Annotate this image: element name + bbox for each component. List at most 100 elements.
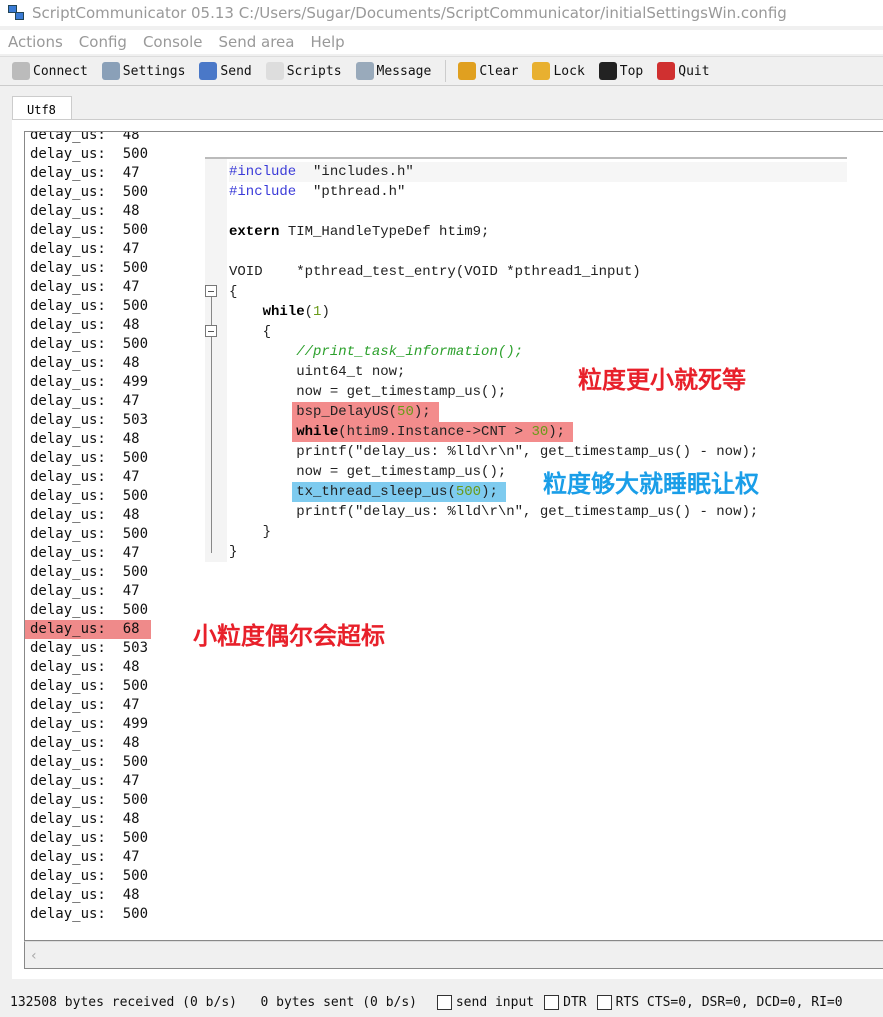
log-line: delay_us: 500 xyxy=(30,298,149,314)
log-line: delay_us: 500 xyxy=(30,754,149,770)
menu-config[interactable]: Config xyxy=(71,30,135,54)
settings-button[interactable]: Settings xyxy=(101,62,186,80)
menu-help[interactable]: Help xyxy=(302,30,352,54)
log-line: delay_us: 500 xyxy=(30,184,149,200)
code-snippet: #include "includes.h" #include "pthread.h… xyxy=(205,157,847,562)
bytes-sent: 0 bytes sent (0 b/s) xyxy=(260,995,418,1010)
code-line: { xyxy=(229,324,272,340)
log-line: delay_us: 500 xyxy=(30,222,149,238)
code-line: #include "pthread.h" xyxy=(229,184,406,200)
code-line: printf("delay_us: %lld\r\n", get_timesta… xyxy=(229,504,759,520)
log-line: delay_us: 500 xyxy=(30,146,149,162)
log-line: delay_us: 500 xyxy=(30,830,149,846)
gear-icon xyxy=(101,62,120,80)
log-line: delay_us: 48 xyxy=(30,659,140,675)
scripts-button[interactable]: Scripts xyxy=(265,62,342,80)
log-line: delay_us: 499 xyxy=(30,374,149,390)
plug-icon xyxy=(12,62,30,80)
fold-icon xyxy=(205,325,217,337)
log-line: delay_us: 48 xyxy=(30,431,140,447)
log-line: delay_us: 500 xyxy=(30,488,149,504)
toolbar-label: Scripts xyxy=(286,63,342,79)
window-title: ScriptCommunicator 05.13 C:/Users/Sugar/… xyxy=(32,4,787,22)
log-line: delay_us: 47 xyxy=(30,393,140,409)
connect-button[interactable]: Connect xyxy=(12,62,88,80)
title-bar: ScriptCommunicator 05.13 C:/Users/Sugar/… xyxy=(0,0,883,26)
toolbar-label: Clear xyxy=(479,63,519,79)
horizontal-scrollbar[interactable]: ‹ xyxy=(24,941,883,969)
toolbar: Connect Settings Send Scripts Message Clear Lo… xyxy=(0,56,883,86)
status-bar: 132508 bytes received (0 b/s) 0 bytes se… xyxy=(0,988,883,1017)
message-button[interactable]: Message xyxy=(355,62,431,80)
bytes-received: 132508 bytes received (0 b/s) xyxy=(10,995,237,1010)
log-line: delay_us: 500 xyxy=(30,602,149,618)
log-line: delay_us: 500 xyxy=(30,336,149,352)
log-line: delay_us: 500 xyxy=(30,868,149,884)
code-line: } xyxy=(229,524,272,540)
code-line: while(1) xyxy=(262,304,330,320)
log-line: delay_us: 47 xyxy=(30,165,140,181)
log-line: delay_us: 47 xyxy=(30,545,140,561)
toolbar-label: Connect xyxy=(33,63,88,79)
rts-checkbox[interactable] xyxy=(596,995,612,1010)
annotation-busy-wait: 粒度更小就死等 xyxy=(578,366,746,394)
toolbar-separator xyxy=(445,60,447,82)
log-line: delay_us: 500 xyxy=(30,678,149,694)
log-line: delay_us: 500 xyxy=(30,526,149,542)
menu-send-area[interactable]: Send area xyxy=(210,30,302,54)
log-line: delay_us: 503 xyxy=(30,640,149,656)
broom-icon xyxy=(458,62,477,80)
clear-button[interactable]: Clear xyxy=(458,62,518,80)
signal-status: CTS=0, DSR=0, DCD=0, RI=0 xyxy=(646,995,843,1010)
log-line: delay_us: 68 xyxy=(25,620,151,639)
fold-line xyxy=(211,337,212,553)
log-line: delay_us: 47 xyxy=(30,849,140,865)
log-line: delay_us: 499 xyxy=(30,716,149,732)
highlight-busy-wait: bsp_DelayUS(50); xyxy=(292,402,439,422)
log-line: delay_us: 500 xyxy=(30,450,149,466)
log-line: delay_us: 47 xyxy=(30,241,140,257)
code-line: //print_task_information(); xyxy=(296,344,524,360)
annotation-sleep: 粒度够大就睡眠让权 xyxy=(543,470,759,498)
code-line: now = get_timestamp_us(); xyxy=(229,464,507,480)
code-line: now = get_timestamp_us(); xyxy=(229,384,507,400)
code-line: printf("delay_us: %lld\r\n", get_timesta… xyxy=(229,444,759,460)
menu-console[interactable]: Console xyxy=(135,30,211,54)
script-icon xyxy=(265,62,284,80)
code-line: { xyxy=(229,284,238,300)
top-button[interactable]: Top xyxy=(598,62,643,80)
log-line: delay_us: 48 xyxy=(30,811,140,827)
log-line: delay_us: 48 xyxy=(30,887,140,903)
log-line: delay_us: 500 xyxy=(30,792,149,808)
lock-icon xyxy=(532,62,551,80)
code-line: bsp_DelayUS(50); xyxy=(229,402,439,422)
highlight-busy-wait: while(htim9.Instance->CNT > 30); xyxy=(292,422,574,442)
log-line: delay_us: 48 xyxy=(30,203,140,219)
log-line: delay_us: 500 xyxy=(30,906,149,922)
dtr-label: DTR xyxy=(563,995,587,1010)
scroll-left-icon[interactable]: ‹ xyxy=(31,948,37,964)
code-line: #include "includes.h" xyxy=(229,162,847,182)
app-icon xyxy=(8,5,26,21)
quit-button[interactable]: Quit xyxy=(657,62,710,80)
lock-button[interactable]: Lock xyxy=(532,62,585,80)
log-line: delay_us: 48 xyxy=(30,317,140,333)
dtr-checkbox[interactable] xyxy=(544,995,560,1010)
send-button[interactable]: Send xyxy=(199,62,252,80)
toolbar-label: Settings xyxy=(122,63,186,79)
log-line: delay_us: 48 xyxy=(30,355,140,371)
log-line: delay_us: 47 xyxy=(30,583,140,599)
code-line: } xyxy=(229,544,238,560)
send-input-checkbox[interactable] xyxy=(436,995,452,1010)
toolbar-label: Send xyxy=(220,63,252,79)
tab-utf8[interactable]: Utf8 xyxy=(12,96,72,120)
menu-actions[interactable]: Actions xyxy=(0,30,71,54)
send-input-label: send input xyxy=(455,995,535,1010)
rts-label: RTS xyxy=(615,995,640,1010)
code-line: VOID *pthread_test_entry(VOID *pthread1_… xyxy=(229,264,641,280)
log-line: delay_us: 48 xyxy=(30,507,140,523)
fold-icon xyxy=(205,285,217,297)
toolbar-label: Lock xyxy=(553,63,585,79)
log-line: delay_us: 500 xyxy=(30,260,149,276)
menu-bar: Actions Config Console Send area Help xyxy=(0,30,883,54)
